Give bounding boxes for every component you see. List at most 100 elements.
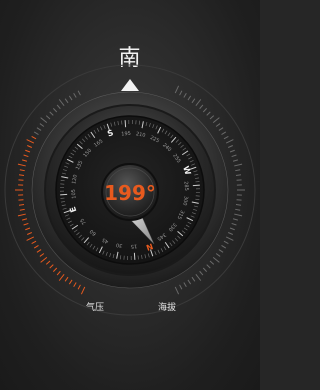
altitude-tick — [229, 227, 235, 231]
pressure-tick — [33, 131, 39, 135]
pressure-tick — [77, 90, 81, 96]
pressure-tick — [26, 139, 35, 144]
pressure-tick — [19, 169, 25, 172]
pressure-tick — [17, 213, 26, 217]
pressure-tick — [68, 95, 73, 101]
dial-number: 30 — [116, 241, 123, 248]
altitude-tick — [191, 98, 196, 104]
altitude-tick — [235, 169, 241, 172]
altitude-tick — [223, 240, 229, 245]
pressure-tick — [73, 282, 77, 288]
pressure-tick — [27, 232, 32, 235]
compass-screen: 南 15 30 45 60 75 105 120 135 150 165 195… — [0, 0, 260, 390]
pressure-tick — [68, 279, 73, 285]
altitude-tick — [223, 135, 229, 140]
altitude-tick — [234, 163, 243, 167]
altitude-tick — [183, 92, 187, 98]
pressure-tick — [40, 117, 48, 124]
altitude-tick — [235, 208, 241, 211]
altitude-label: 海拔 — [158, 301, 176, 313]
altitude-tick — [218, 249, 224, 253]
pressure-tick — [26, 236, 35, 241]
altitude-tick — [221, 131, 227, 135]
altitude-tick — [179, 90, 183, 96]
altitude-tick — [229, 149, 235, 153]
altitude-tick — [232, 218, 239, 221]
dial-number: 285 — [183, 181, 190, 191]
pressure-label: 气压 — [86, 301, 104, 313]
pressure-tick — [18, 174, 25, 176]
altitude-tick — [191, 276, 196, 282]
pressure-tick — [21, 159, 28, 162]
pressure-tick — [56, 104, 61, 110]
altitude-tick — [199, 270, 204, 276]
dial-number: 105 — [71, 189, 78, 199]
pressure-tick — [27, 145, 32, 148]
pressure-tick — [80, 286, 86, 295]
altitude-tick — [225, 139, 234, 144]
pressure-tick — [36, 249, 42, 253]
altitude-tick — [202, 267, 208, 272]
dial-number: 195 — [121, 131, 131, 138]
altitude-tick — [195, 99, 202, 106]
pressure-tick — [25, 227, 31, 231]
altitude-tick — [187, 95, 192, 101]
pressure-tick — [23, 222, 29, 226]
pressure-tick — [56, 270, 61, 276]
pressure-tick — [39, 123, 45, 127]
altitude-tick — [206, 111, 211, 116]
altitude-tick — [212, 117, 220, 124]
altitude-tick — [232, 159, 239, 162]
altitude-tick — [215, 123, 221, 127]
pressure-tick — [52, 108, 58, 113]
altitude-tick — [183, 282, 187, 288]
pressure-tick — [58, 274, 65, 281]
altitude-tick — [228, 145, 233, 148]
altitude-tick — [235, 204, 242, 206]
altitude-tick — [215, 253, 221, 257]
pressure-tick — [58, 99, 65, 106]
pressure-tick — [45, 115, 51, 120]
altitude-tick — [231, 154, 237, 158]
compass-dial[interactable]: 1530456075105120135150165195 210 225240255… — [0, 0, 260, 390]
pressure-tick — [49, 111, 54, 116]
pressure-tick — [40, 256, 48, 263]
pressure-tick — [64, 276, 69, 282]
pressure-tick — [23, 154, 29, 158]
pressure-tick — [36, 127, 42, 131]
altitude-tick — [234, 213, 243, 217]
heading-degrees: 199° — [104, 181, 156, 205]
pressure-tick — [31, 240, 37, 245]
pressure-tick — [19, 208, 25, 211]
pressure-tick — [18, 204, 25, 206]
altitude-tick — [187, 279, 192, 285]
altitude-tick — [231, 222, 237, 226]
altitude-tick — [212, 256, 220, 263]
pressure-tick — [64, 98, 69, 104]
pressure-tick — [77, 284, 81, 290]
pressure-tick — [21, 218, 28, 221]
pressure-tick — [49, 264, 54, 269]
altitude-tick — [209, 115, 215, 120]
altitude-tick — [199, 104, 204, 110]
pressure-tick — [45, 260, 51, 265]
pressure-tick — [52, 267, 58, 272]
altitude-tick — [179, 284, 183, 290]
altitude-tick — [174, 85, 180, 94]
pressure-tick — [25, 149, 31, 153]
pressure-tick — [31, 135, 37, 140]
altitude-tick — [174, 286, 180, 295]
altitude-tick — [221, 245, 227, 249]
pressure-tick — [39, 253, 45, 257]
altitude-tick — [228, 232, 233, 235]
altitude-tick — [195, 274, 202, 281]
altitude-tick — [209, 260, 215, 265]
altitude-tick — [235, 174, 242, 176]
altitude-tick — [218, 127, 224, 131]
triangle-up-icon — [121, 79, 139, 91]
pressure-tick — [73, 92, 77, 98]
altitude-tick — [206, 264, 211, 269]
altitude-tick — [225, 236, 234, 241]
pressure-tick — [17, 163, 26, 167]
pressure-tick — [33, 245, 39, 249]
